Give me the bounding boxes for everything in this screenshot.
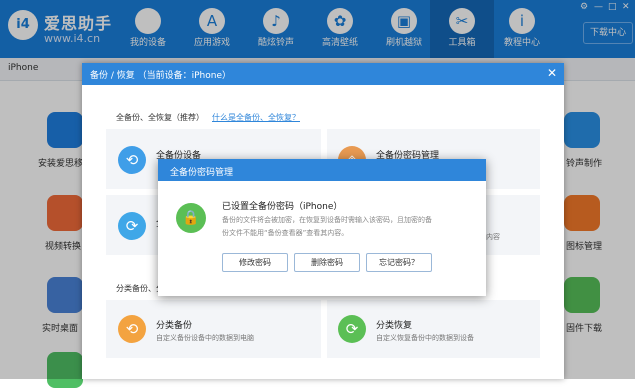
change-password-button[interactable]: 修改密码: [222, 253, 288, 272]
clock-backup-icon: ⟲: [118, 146, 146, 174]
card-desc: 自定义备份设备中的数据到电脑: [156, 334, 254, 342]
lock-icon: 🔒: [176, 203, 206, 233]
section-heading: 全备份、全恢复（推荐）: [116, 113, 204, 122]
dialog-title: 全备份密码管理: [170, 168, 234, 178]
card-title: 分类恢复: [376, 321, 413, 331]
help-link[interactable]: 什么是全备份、全恢复？: [212, 112, 300, 123]
password-status-heading: 已设置全备份密码（iPhone）: [222, 202, 343, 212]
password-desc-line: 份文件不能用“备份查看器”查看其内容。: [222, 229, 349, 237]
card-title: 分类备份: [156, 321, 193, 331]
delete-password-button[interactable]: 删除密码: [294, 253, 360, 272]
restore-icon: ⟳: [118, 212, 146, 240]
card-desc: 内容: [486, 233, 500, 241]
section-heading: 分类备份、分: [116, 284, 164, 293]
category-backup-icon: ⟲: [118, 315, 146, 343]
password-desc-line: 备份的文件将会被加密，在恢复到设备时需输入该密码，且加密的备: [222, 216, 432, 224]
category-restore-icon: ⟳: [338, 315, 366, 343]
forgot-password-button[interactable]: 忘记密码？: [366, 253, 432, 272]
card-desc: 自定义恢复备份中的数据到设备: [376, 334, 474, 342]
dialog-title: 备份 / 恢复 （当前设备：iPhone）: [90, 71, 231, 81]
close-icon[interactable]: ✕: [547, 66, 557, 80]
